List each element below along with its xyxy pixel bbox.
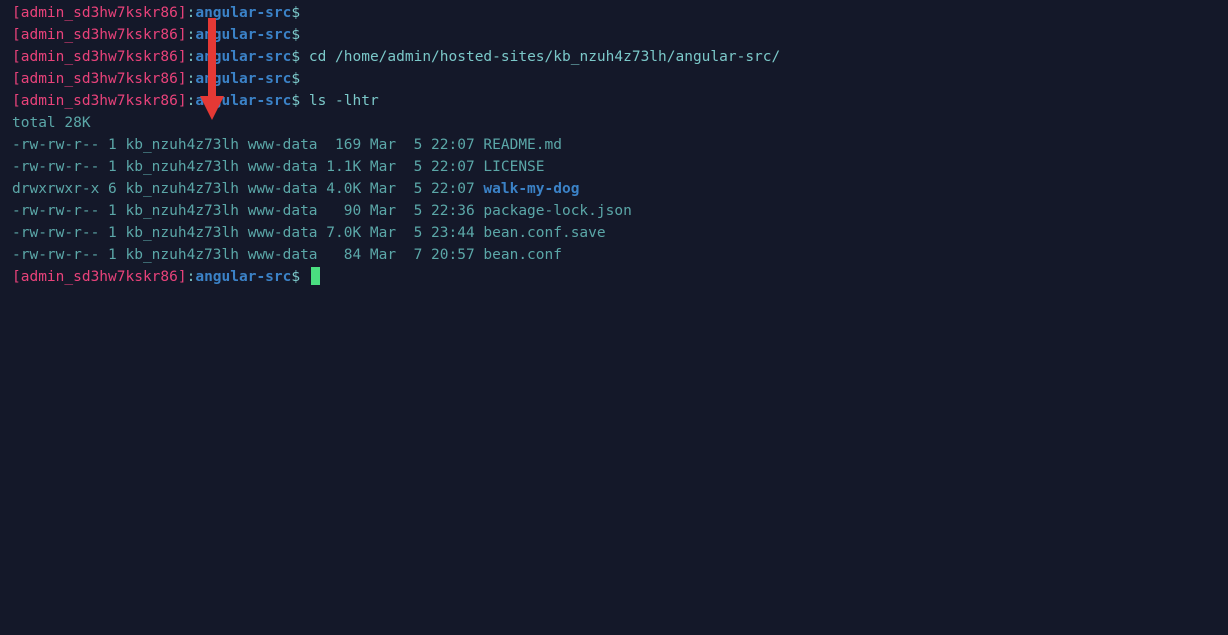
prompt-dollar: $ — [291, 5, 300, 21]
ls-dir-name: walk-my-dog — [483, 181, 579, 197]
ls-row-meta: -rw-rw-r-- 1 kb_nzuh4z73lh www-data 7.0K… — [12, 225, 483, 241]
ls-row: -rw-rw-r-- 1 kb_nzuh4z73lh www-data 84 M… — [12, 244, 1216, 266]
ls-file-name: package-lock.json — [483, 203, 631, 219]
cursor-icon — [311, 267, 320, 285]
terminal-line: [admin_sd3hw7kskr86]:angular-src$ — [12, 2, 1216, 24]
ls-row: -rw-rw-r-- 1 kb_nzuh4z73lh www-data 169 … — [12, 134, 1216, 156]
prompt-user: [admin_sd3hw7kskr86] — [12, 27, 187, 43]
prompt-path: angular-src — [195, 49, 291, 65]
ls-row: -rw-rw-r-- 1 kb_nzuh4z73lh www-data 90 M… — [12, 200, 1216, 222]
prompt-path: angular-src — [195, 5, 291, 21]
prompt-path: angular-src — [195, 27, 291, 43]
ls-file-name: README.md — [483, 137, 562, 153]
ls-row-meta: -rw-rw-r-- 1 kb_nzuh4z73lh www-data 169 … — [12, 137, 483, 153]
ls-file-name: bean.conf.save — [483, 225, 605, 241]
prompt-user: [admin_sd3hw7kskr86] — [12, 71, 187, 87]
terminal-line: [admin_sd3hw7kskr86]:angular-src$ ls -lh… — [12, 90, 1216, 112]
prompt-dollar: $ — [291, 269, 300, 285]
prompt-path: angular-src — [195, 269, 291, 285]
terminal-line: [admin_sd3hw7kskr86]:angular-src$ — [12, 24, 1216, 46]
prompt-user: [admin_sd3hw7kskr86] — [12, 5, 187, 21]
ls-total-line: total 28K — [12, 112, 1216, 134]
command-text: ls -lhtr — [300, 93, 379, 109]
ls-row: -rw-rw-r-- 1 kb_nzuh4z73lh www-data 7.0K… — [12, 222, 1216, 244]
terminal-output[interactable]: [admin_sd3hw7kskr86]:angular-src$[admin_… — [12, 2, 1216, 288]
ls-row-meta: drwxrwxr-x 6 kb_nzuh4z73lh www-data 4.0K… — [12, 181, 483, 197]
ls-file-name: LICENSE — [483, 159, 544, 175]
ls-file-name: bean.conf — [483, 247, 562, 263]
prompt-dollar: $ — [291, 93, 300, 109]
ls-row-meta: -rw-rw-r-- 1 kb_nzuh4z73lh www-data 1.1K… — [12, 159, 483, 175]
ls-row-meta: -rw-rw-r-- 1 kb_nzuh4z73lh www-data 90 M… — [12, 203, 483, 219]
prompt-path: angular-src — [195, 93, 291, 109]
prompt-user: [admin_sd3hw7kskr86] — [12, 93, 187, 109]
ls-row: drwxrwxr-x 6 kb_nzuh4z73lh www-data 4.0K… — [12, 178, 1216, 200]
command-text: cd /home/admin/hosted-sites/kb_nzuh4z73l… — [300, 49, 780, 65]
prompt-dollar: $ — [291, 71, 300, 87]
prompt-dollar: $ — [291, 49, 300, 65]
terminal-line: [admin_sd3hw7kskr86]:angular-src$ — [12, 68, 1216, 90]
prompt-user: [admin_sd3hw7kskr86] — [12, 269, 187, 285]
prompt-dollar: $ — [291, 27, 300, 43]
terminal-line-active[interactable]: [admin_sd3hw7kskr86]:angular-src$ — [12, 266, 1216, 288]
ls-row: -rw-rw-r-- 1 kb_nzuh4z73lh www-data 1.1K… — [12, 156, 1216, 178]
prompt-path: angular-src — [195, 71, 291, 87]
terminal-line: [admin_sd3hw7kskr86]:angular-src$ cd /ho… — [12, 46, 1216, 68]
ls-row-meta: -rw-rw-r-- 1 kb_nzuh4z73lh www-data 84 M… — [12, 247, 483, 263]
prompt-user: [admin_sd3hw7kskr86] — [12, 49, 187, 65]
